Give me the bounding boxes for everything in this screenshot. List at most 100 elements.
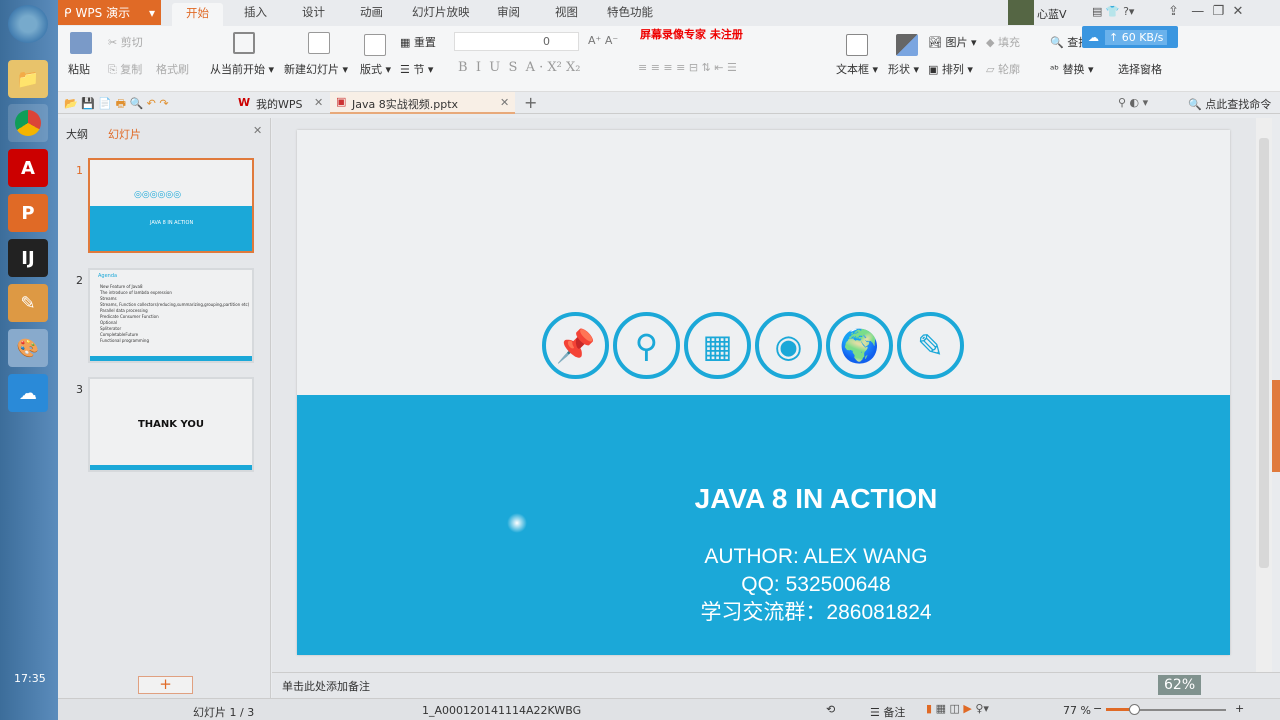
section-button[interactable]: ☰ 节 ▾ — [400, 61, 433, 77]
notes-area[interactable]: 单击此处添加备注 — [272, 672, 1280, 698]
paragraph-align-buttons[interactable]: ≡ ≡ ≡ ≡ ⊟ ⇅ ⇤ ☰ — [638, 61, 737, 74]
template-name: 1_A000120141114A22KWBG — [422, 704, 582, 717]
new-slide-button[interactable]: 新建幻灯片 ▾ — [284, 61, 348, 77]
picture-button[interactable]: 🏞 图片 ▾ — [928, 34, 977, 50]
vertical-scrollbar[interactable] — [1256, 118, 1272, 672]
close-panel-icon[interactable]: ✕ — [253, 124, 262, 137]
thumb-title: JAVA 8 IN ACTION — [150, 220, 194, 226]
slide-thumbnail-2[interactable]: Agenda New Feature of Java8 The introduce… — [88, 268, 254, 363]
skin-icon[interactable]: ▤ 👕 ?▾ — [1092, 5, 1134, 18]
world-map-icon: 🌍 — [826, 312, 893, 379]
slide-subtitle: AUTHOR: ALEX WANG QQ: 532500648 学习交流群：28… — [297, 543, 1230, 627]
zoom-level: 77 % — [1063, 704, 1091, 717]
wps-menu-button[interactable]: ᑭ WPS 演示 ▾ — [58, 0, 161, 25]
fill-button[interactable]: ◆ 填充 — [986, 34, 1020, 50]
paste-button[interactable]: 粘贴 — [68, 61, 90, 77]
tab-animation[interactable]: 动画 — [360, 4, 383, 20]
tab-design[interactable]: 设计 — [302, 4, 325, 20]
shape-icon — [896, 34, 918, 56]
new-slide-icon — [308, 32, 330, 54]
thumb-icons: ◎◎◎◎◎◎ — [134, 190, 182, 200]
wps-presentation-icon[interactable]: P — [8, 194, 48, 232]
edit-icon: ✎ — [897, 312, 964, 379]
quick-access-toolbar[interactable]: 📂 💾 📄 🖶 🔍 ↶ ↷ — [64, 95, 169, 114]
scrollbar-thumb[interactable] — [1259, 138, 1269, 568]
title-band: JAVA 8 IN ACTION AUTHOR: ALEX WANG QQ: 5… — [297, 395, 1230, 655]
intellij-icon[interactable]: IJ — [8, 239, 48, 277]
find-command-input[interactable]: 🔍 点此查找命令 — [1188, 96, 1271, 112]
baidu-cloud-icon: ☁ — [1088, 30, 1099, 44]
eraser-app-icon[interactable]: ✎ — [8, 284, 48, 322]
zoom-in-button[interactable]: + — [1235, 702, 1244, 715]
font-size-field[interactable]: 0 — [454, 32, 579, 51]
close-icon[interactable]: ✕ — [314, 96, 323, 109]
baidu-cloud-icon[interactable]: ☁ — [8, 374, 48, 412]
thumb-number: 1 — [76, 164, 83, 177]
from-current-button[interactable]: 从当前开始 ▾ — [210, 61, 274, 77]
chrome-icon[interactable] — [8, 104, 48, 142]
tab-slideshow[interactable]: 幻灯片放映 — [412, 4, 470, 20]
user-name[interactable]: 心蓝V — [1037, 6, 1067, 22]
tab-home[interactable]: 开始 — [172, 3, 223, 26]
reset-button[interactable]: ▦ 重置 — [400, 34, 436, 50]
layout-button[interactable]: 版式 ▾ — [360, 61, 391, 77]
doc-tab-active[interactable]: ▣ Java 8实战视频.pptx ✕ — [330, 92, 515, 114]
acrobat-icon[interactable]: A — [8, 149, 48, 187]
font-style-buttons[interactable]: B I U S A · X² X₂ — [458, 60, 580, 75]
document-tab-bar: 📂 💾 📄 🖶 🔍 ↶ ↷ W 我的WPS ✕ + ⚲ ◐ ▾ 🔍 点此查找命令 — [58, 92, 1280, 114]
slide-1[interactable]: 📌 ⚲ ▦ ◉ 🌍 ✎ JAVA 8 IN ACTION AUTHOR: ALE… — [297, 130, 1230, 655]
watermark: 屏幕录像专家 未注册 — [640, 28, 743, 41]
view-buttons[interactable]: ▮ ▦ ◫ ▶ ♀▾ — [926, 702, 989, 715]
eye-icon: ◉ — [755, 312, 822, 379]
slide-panel: 大纲 幻灯片 ✕ 1 ◎◎◎◎◎◎ JAVA 8 IN ACTION 2 Age… — [58, 118, 271, 698]
notes-placeholder: 单击此处添加备注 — [282, 680, 370, 693]
close-icon[interactable]: ✕ — [500, 96, 509, 109]
thumb-number: 3 — [76, 383, 83, 396]
start-button[interactable] — [8, 5, 48, 43]
history-icon[interactable]: ⟲ — [826, 703, 835, 716]
battery-widget: 62% — [1158, 675, 1202, 695]
slide-thumbnail-1[interactable]: ◎◎◎◎◎◎ JAVA 8 IN ACTION — [88, 158, 254, 253]
tab-outline[interactable]: 大纲 — [66, 126, 88, 142]
slide-thumbnail-3[interactable]: THANK YOU — [88, 377, 254, 472]
tab-insert[interactable]: 插入 — [244, 4, 267, 20]
avatar[interactable] — [1008, 0, 1034, 25]
select-pane-button[interactable]: 选择窗格 — [1118, 61, 1162, 77]
zoom-slider[interactable] — [1106, 704, 1226, 715]
notes-toggle[interactable]: ☰ 备注 — [870, 704, 905, 720]
shape-button[interactable]: 形状 ▾ — [888, 61, 919, 77]
layout-icon — [364, 34, 386, 56]
slide-position: 幻灯片 1 / 3 — [193, 706, 255, 719]
cut-button[interactable]: ✂ 剪切 — [108, 34, 143, 50]
qq-text: QQ: 532500648 — [741, 573, 891, 596]
doc-tab-label: Java 8实战视频.pptx — [352, 98, 459, 111]
tab-view[interactable]: 视图 — [555, 4, 578, 20]
add-slide-button[interactable]: + — [138, 676, 193, 694]
thumb-title: THANK YOU — [137, 419, 205, 430]
tab-special[interactable]: 特色功能 — [607, 4, 653, 20]
tab-review[interactable]: 审阅 — [497, 4, 520, 20]
copy-button[interactable]: ⎘ 复制 — [108, 61, 142, 77]
status-bar: 幻灯片 1 / 3 1_A000120141114A22KWBG ⟲ ☰ 备注 … — [58, 675, 1280, 720]
textbox-button[interactable]: 文本框 ▾ — [836, 61, 878, 77]
ribbon: 粘贴 ✂ 剪切 ⎘ 复制 格式刷 从当前开始 ▾ 新建幻灯片 ▾ 版式 ▾ ▦ … — [58, 26, 1280, 92]
tab-slides[interactable]: 幻灯片 — [108, 126, 141, 142]
wps-logo-icon: ᑭ — [64, 5, 72, 20]
font-grow-shrink[interactable]: A⁺ A⁻ — [588, 34, 618, 47]
toolbar-icons[interactable]: ⚲ ◐ ▾ — [1118, 96, 1148, 109]
new-tab-button[interactable]: + — [524, 93, 537, 112]
format-painter-button[interactable]: 格式刷 — [156, 61, 189, 77]
paint-icon[interactable]: 🎨 — [8, 329, 48, 367]
windows-taskbar: 📁 A P IJ ✎ 🎨 ☁ 17:35 — [0, 0, 58, 720]
zoom-out-button[interactable]: − — [1093, 702, 1102, 715]
doc-tab-mywps[interactable]: 我的WPS — [256, 96, 303, 112]
outline-button[interactable]: ▱ 轮廓 — [986, 61, 1020, 77]
window-controls[interactable]: ⇪ — ❐ ✕ — [1168, 4, 1243, 19]
net-speed-widget[interactable]: ☁ ↑ 60 KB/s — [1082, 26, 1178, 48]
search-icon: ⚲ — [613, 312, 680, 379]
arrange-button[interactable]: ▣ 排列 ▾ — [928, 61, 973, 77]
replace-button[interactable]: ᵃᵇ 替换 ▾ — [1050, 61, 1094, 77]
side-handle[interactable] — [1272, 380, 1280, 472]
explorer-icon[interactable]: 📁 — [8, 60, 48, 98]
thumb-number: 2 — [76, 274, 83, 287]
